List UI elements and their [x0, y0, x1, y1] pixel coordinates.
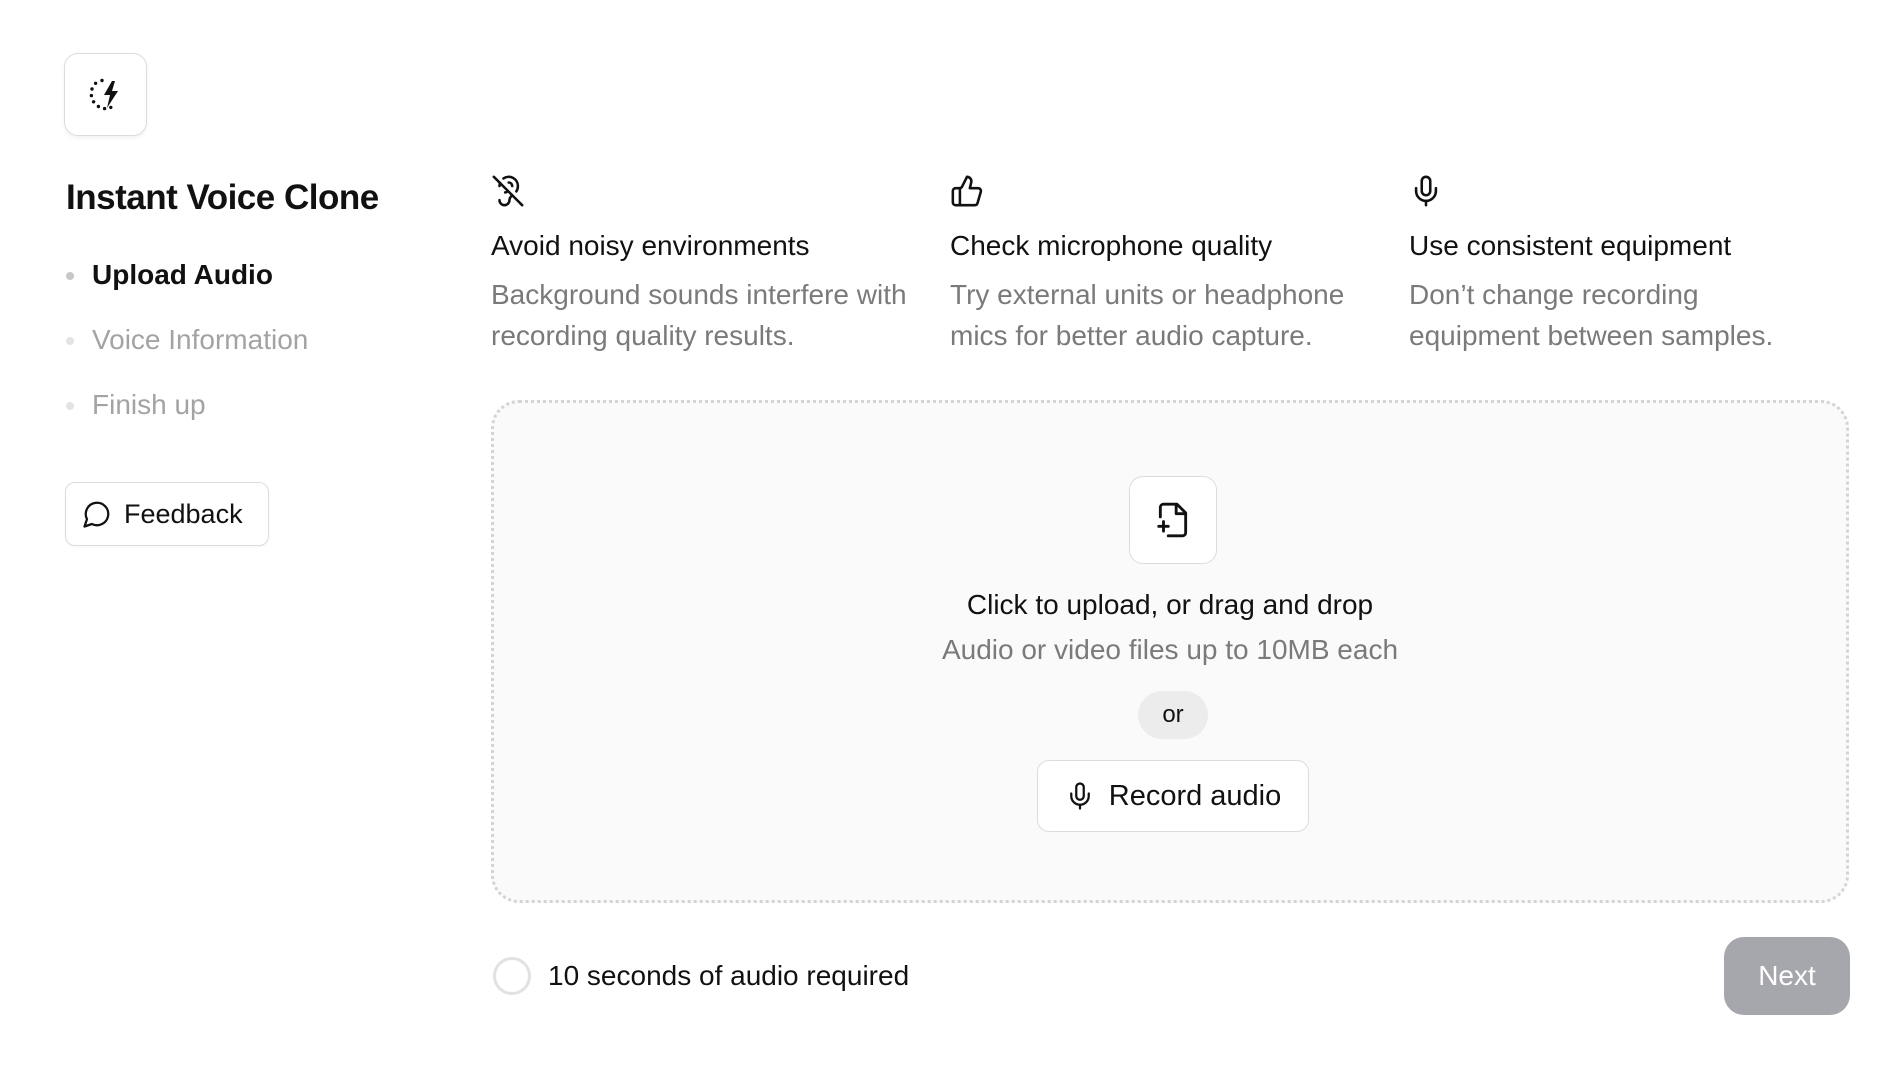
tip-text: Background sounds interfere with recordi… — [491, 279, 907, 351]
step-upload-audio[interactable]: Upload Audio — [64, 255, 308, 320]
thumbs-up-icon — [951, 175, 983, 207]
microphone-icon — [1069, 782, 1090, 810]
page-title: Instant Voice Clone — [66, 178, 379, 217]
step-dot — [66, 337, 74, 345]
tip-text: Don’t change recording equipment between… — [1409, 279, 1774, 351]
chat-bubble-icon — [83, 501, 110, 528]
tip-title: Use consistent equipment — [1409, 230, 1732, 261]
or-divider: or — [1138, 691, 1208, 739]
audio-progress-ring — [493, 957, 531, 995]
tip-title: Avoid noisy environments — [491, 230, 810, 261]
step-dot — [66, 272, 74, 280]
feedback-label: Feedback — [124, 498, 243, 529]
ear-off-icon — [492, 175, 524, 207]
upload-icon-box[interactable] — [1129, 476, 1217, 564]
next-button[interactable]: Next — [1724, 937, 1850, 1015]
voice-clone-page: Instant Voice Clone Upload Audio Voice I… — [0, 0, 1903, 1070]
step-dot — [66, 402, 74, 410]
file-plus-icon — [1157, 502, 1188, 538]
tip-text: Try external units or headphone mics for… — [950, 279, 1345, 351]
upload-subtitle: Audio or video files up to 10MB each — [941, 634, 1399, 665]
step-voice-information[interactable]: Voice Information — [64, 320, 308, 385]
record-audio-label: Record audio — [1108, 779, 1282, 812]
tip-equipment: Use consistent equipment Don’t change re… — [1409, 174, 1849, 356]
microphone-icon — [1414, 175, 1438, 207]
step-finish-up[interactable]: Finish up — [64, 385, 308, 450]
step-list: Upload Audio Voice Information Finish up — [64, 255, 308, 450]
step-label: Voice Information — [92, 324, 309, 355]
feedback-button[interactable]: Feedback — [65, 482, 269, 546]
requirement-text: 10 seconds of audio required — [548, 960, 910, 991]
spinner-bolt-icon — [89, 78, 118, 110]
step-label: Finish up — [92, 389, 206, 420]
tip-noisy: Avoid noisy environments Background soun… — [491, 174, 931, 356]
record-audio-button[interactable]: Record audio — [1037, 760, 1309, 832]
upload-title: Click to upload, or drag and drop — [966, 589, 1374, 620]
upload-dropzone[interactable]: Click to upload, or drag and drop Audio … — [491, 400, 1849, 903]
step-label: Upload Audio — [92, 259, 273, 290]
tip-title: Check microphone quality — [950, 230, 1273, 261]
app-logo[interactable] — [64, 53, 147, 136]
tip-microphone: Check microphone quality Try external un… — [950, 174, 1390, 356]
